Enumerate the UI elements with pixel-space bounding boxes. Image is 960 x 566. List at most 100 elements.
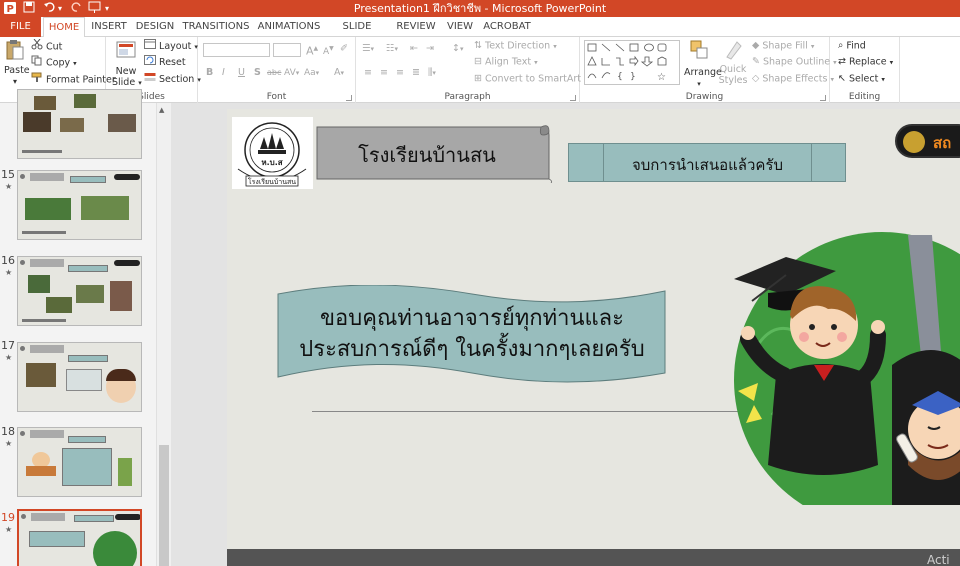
slide-thumbnail-16[interactable] xyxy=(17,256,142,326)
decrease-font-size-button[interactable]: A▼ xyxy=(323,42,334,59)
shape-outline-button[interactable]: ✎ Shape Outline ▾ xyxy=(752,55,837,70)
character-spacing-button[interactable]: AV▾ xyxy=(284,66,299,80)
school-emblem-icon: ห.บ.ส โรงเรียนบ้านสน xyxy=(237,122,307,187)
text-shadow-button[interactable]: S xyxy=(254,66,261,80)
columns-button[interactable]: ⫼▾ xyxy=(428,66,436,80)
cut-button[interactable]: Cut xyxy=(31,38,62,55)
font-name-box[interactable] xyxy=(203,43,270,57)
bullets-button[interactable]: ☰▾ xyxy=(362,42,374,56)
group-drawing: { } ☆ Arrange ▾ Quick Styles ◆ Shape Fil… xyxy=(580,37,837,103)
text-direction-button[interactable]: ⇅ Text Direction ▾ xyxy=(474,39,557,54)
graduation-illustration xyxy=(732,215,960,528)
tab-acrobat[interactable]: ACROBAT xyxy=(482,17,532,37)
numbering-button[interactable]: ☷▾ xyxy=(386,42,398,56)
clear-formatting-icon[interactable]: ✐ xyxy=(340,42,348,56)
thank-you-line-2: ประสบการณ์ดีๆ ในครั้งมากๆเลยครับ xyxy=(299,337,645,362)
bold-button[interactable]: B xyxy=(206,66,213,80)
arrange-button[interactable]: Arrange ▾ xyxy=(684,39,722,88)
title-bar: P ▾ ▾ Presentation1 ฝึกวิชาชีพ - Microso… xyxy=(0,0,960,17)
increase-font-size-button[interactable]: A▲ xyxy=(306,42,318,59)
group-paragraph: ☰▾ ☷▾ ⇤ ⇥ ↕▾ ≡ ≡ ≡ ≣ ⫼▾ ⇅ Text Direction… xyxy=(356,37,588,103)
shape-effects-button[interactable]: ◇ Shape Effects ▾ xyxy=(752,72,834,87)
school-name-scroll: โรงเรียนบ้านสน xyxy=(313,121,553,183)
layout-icon xyxy=(144,39,156,54)
scrollbar-thumb[interactable] xyxy=(159,445,169,566)
change-case-button[interactable]: Aa▾ xyxy=(304,66,319,80)
tab-view[interactable]: VIEW xyxy=(444,17,476,37)
scissors-icon xyxy=(31,38,43,55)
increase-indent-button[interactable]: ⇥ xyxy=(426,42,434,56)
powerpoint-window: P ▾ ▾ Presentation1 ฝึกวิชาชีพ - Microso… xyxy=(0,0,960,566)
replace-icon: ⇄ xyxy=(838,56,846,67)
drawing-group-label: Drawing xyxy=(685,92,724,102)
svg-text:โรงเรียนบ้านสน: โรงเรียนบ้านสน xyxy=(248,177,296,186)
footer-bar xyxy=(227,549,960,566)
select-button[interactable]: ↖ Select ▾ xyxy=(838,72,885,87)
paste-icon xyxy=(6,40,24,60)
smartart-icon: ⊞ xyxy=(474,73,482,84)
slide-thumbnail-18[interactable] xyxy=(17,427,142,497)
thumbnail-scrollbar[interactable]: ▲ xyxy=(156,103,171,566)
group-font: A▲ A▼ ✐ B I U S abc AV▾ Aa▾ A▾ Font xyxy=(198,37,356,103)
format-painter-button[interactable]: Format Painter xyxy=(31,72,116,88)
editing-group-label: Editing xyxy=(848,92,881,102)
shapes-gallery-icons: { } ☆ xyxy=(587,43,667,83)
decrease-indent-button[interactable]: ⇤ xyxy=(410,42,418,56)
slide-thumbnail-15[interactable] xyxy=(17,170,142,240)
slide-thumbnail-19[interactable] xyxy=(17,509,142,566)
group-editing: ⌕ Find ⇄ Replace ▾ ↖ Select ▾ Editing xyxy=(830,37,900,103)
underline-button[interactable]: U xyxy=(238,66,245,80)
align-left-button[interactable]: ≡ xyxy=(364,66,372,80)
shapes-gallery[interactable]: { } ☆ xyxy=(584,40,680,85)
strikethrough-button[interactable]: abc xyxy=(267,66,281,80)
line-spacing-button[interactable]: ↕▾ xyxy=(452,42,463,56)
align-right-button[interactable]: ≡ xyxy=(396,66,404,80)
font-launcher-icon[interactable] xyxy=(346,95,352,101)
slide-thumbnail-pane: 15 ★ 16 ★ 17 ★ 18 ★ 19 ★ xyxy=(0,89,171,566)
tab-animations[interactable]: ANIMATIONS xyxy=(255,17,323,37)
text-direction-icon: ⇅ xyxy=(474,40,482,51)
copy-button[interactable]: Copy ▾ xyxy=(31,55,77,71)
paragraph-launcher-icon[interactable] xyxy=(570,95,576,101)
drawing-launcher-icon[interactable] xyxy=(820,95,826,101)
reset-button[interactable]: Reset xyxy=(144,55,186,70)
tab-slide-show[interactable]: SLIDE SHOW xyxy=(327,17,387,52)
scroll-up-icon[interactable]: ▲ xyxy=(159,106,164,114)
format-painter-icon xyxy=(31,72,43,88)
tab-file[interactable]: FILE xyxy=(0,17,41,37)
ribbon-home: Paste ▾ Cut Copy ▾ Format Painter Clipbo… xyxy=(0,37,960,103)
slide-thumbnail-17[interactable] xyxy=(17,342,142,412)
align-center-button[interactable]: ≡ xyxy=(380,66,388,80)
slide-thumbnail-14[interactable] xyxy=(17,89,142,159)
slide-number-18: 18 xyxy=(1,425,15,438)
italic-button[interactable]: I xyxy=(222,66,225,80)
quick-styles-button[interactable]: Quick Styles xyxy=(718,39,748,86)
new-slide-button[interactable]: New Slide ▾ xyxy=(112,39,142,89)
layout-button[interactable]: Layout ▾ xyxy=(144,39,198,54)
align-text-icon: ⊟ xyxy=(474,56,482,67)
tab-insert[interactable]: INSERT xyxy=(89,17,129,37)
thank-you-line-1: ขอบคุณท่านอาจารย์ทุกท่านและ xyxy=(320,306,624,331)
tab-home[interactable]: HOME xyxy=(43,17,85,38)
tab-transitions[interactable]: TRANSITIONS xyxy=(181,17,251,37)
animation-star-17: ★ xyxy=(5,353,13,362)
slide-number-17: 17 xyxy=(1,339,15,352)
replace-button[interactable]: ⇄ Replace ▾ xyxy=(838,55,893,70)
badge-emblem-icon xyxy=(903,131,925,153)
section-button[interactable]: Section ▾ xyxy=(144,72,201,87)
animation-star-15: ★ xyxy=(5,182,13,191)
slide-number-16: 16 xyxy=(1,254,15,267)
shape-fill-button[interactable]: ◆ Shape Fill ▾ xyxy=(752,39,814,54)
new-slide-icon xyxy=(116,41,136,58)
graduates-illustration-icon xyxy=(734,232,960,528)
font-size-box[interactable] xyxy=(273,43,301,57)
font-color-button[interactable]: A▾ xyxy=(334,66,344,80)
align-text-button[interactable]: ⊟ Align Text ▾ xyxy=(474,55,538,70)
paste-button[interactable]: Paste ▾ xyxy=(4,39,30,86)
thank-you-banner: ขอบคุณท่านอาจารย์ทุกท่านและ ประสบการณ์ดี… xyxy=(277,285,667,385)
find-button[interactable]: ⌕ Find xyxy=(838,39,866,54)
convert-smartart-button[interactable]: ⊞ Convert to SmartArt ▾ xyxy=(474,72,588,87)
tab-review[interactable]: REVIEW xyxy=(393,17,439,37)
tab-design[interactable]: DESIGN xyxy=(133,17,177,37)
justify-button[interactable]: ≣ xyxy=(412,66,420,80)
